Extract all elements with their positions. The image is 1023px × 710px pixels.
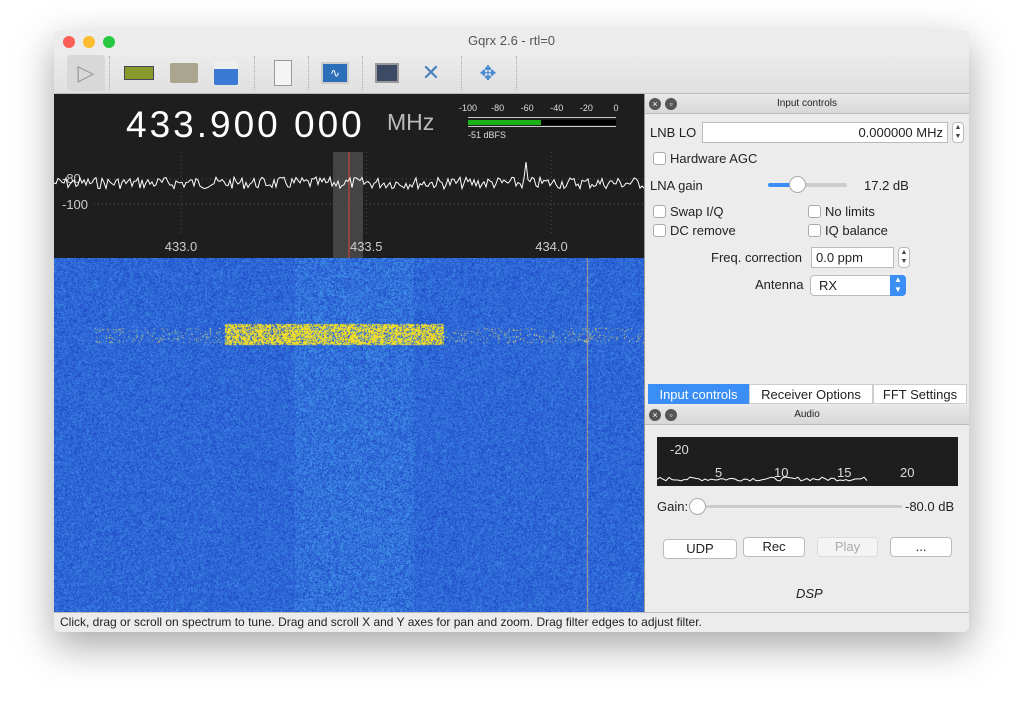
dc-remove-label: DC remove bbox=[670, 223, 736, 238]
iq-balance-label: IQ balance bbox=[825, 223, 888, 238]
tab-input-controls[interactable]: Input controls bbox=[648, 384, 749, 404]
fullscreen-icon[interactable]: ✥ bbox=[471, 55, 505, 91]
audio-options-button[interactable]: ... bbox=[890, 537, 952, 557]
rec-button[interactable]: Rec bbox=[743, 537, 805, 557]
antenna-select[interactable]: RX ▲ ▼ bbox=[810, 275, 906, 296]
dock-close-icon[interactable]: × bbox=[649, 409, 661, 421]
title-bar: Gqrx 2.6 - rtl=0 bbox=[54, 30, 969, 52]
folder-open-icon[interactable] bbox=[167, 55, 201, 91]
lna-gain-label: LNA gain bbox=[650, 178, 703, 193]
y-tick-label[interactable]: -100 bbox=[62, 197, 88, 212]
audio-gain-label: Gain: bbox=[657, 499, 688, 514]
lna-gain-value: 17.2 dB bbox=[864, 178, 909, 193]
zoom-window-button[interactable] bbox=[103, 36, 115, 48]
dsp-label: DSP bbox=[796, 586, 823, 601]
network-icon[interactable] bbox=[370, 55, 404, 91]
save-icon[interactable] bbox=[209, 55, 243, 91]
dc-remove-checkbox[interactable] bbox=[653, 224, 666, 237]
waterfall[interactable] bbox=[54, 258, 644, 612]
play-icon[interactable]: ▷ bbox=[67, 55, 105, 91]
lnb-lo-input[interactable]: 0.000000 MHz bbox=[702, 122, 948, 143]
swap-iq-checkbox[interactable] bbox=[653, 205, 666, 218]
audio-gain-handle[interactable] bbox=[689, 498, 706, 515]
audio-gain-value: -80.0 dB bbox=[905, 499, 954, 514]
lnb-lo-label: LNB LO bbox=[650, 125, 696, 140]
tab-fft-settings[interactable]: FFT Settings bbox=[873, 384, 967, 404]
iq-balance-checkbox[interactable] bbox=[808, 224, 821, 237]
app-window: Gqrx 2.6 - rtl=0 ▷ ∿ ✕ ✥ 433.900 000 MHz… bbox=[54, 30, 969, 632]
minimize-window-button[interactable] bbox=[83, 36, 95, 48]
hardware-agc-checkbox[interactable] bbox=[653, 152, 666, 165]
dock-close-icon[interactable]: × bbox=[649, 98, 661, 110]
window-title: Gqrx 2.6 - rtl=0 bbox=[468, 33, 555, 48]
swap-iq-label: Swap I/Q bbox=[670, 204, 723, 219]
freq-correction-spinner[interactable]: ▲ ▼ bbox=[898, 247, 910, 268]
toolbar: ▷ ∿ ✕ ✥ bbox=[54, 52, 969, 94]
udp-button[interactable]: UDP bbox=[663, 539, 737, 559]
x-tick-label[interactable]: 433.0 bbox=[165, 239, 198, 254]
antenna-label: Antenna bbox=[755, 277, 803, 292]
audio-gain-slider[interactable] bbox=[695, 505, 902, 508]
dock-title: Input controls bbox=[777, 98, 837, 109]
lna-gain-handle[interactable] bbox=[789, 176, 806, 193]
audio-fft-trace bbox=[657, 477, 867, 481]
freq-correction-input[interactable]: 0.0 ppm bbox=[811, 247, 894, 268]
lna-gain-slider[interactable] bbox=[768, 183, 847, 187]
close-window-button[interactable] bbox=[63, 36, 75, 48]
chevron-updown-icon: ▲ ▼ bbox=[890, 275, 906, 296]
x-tick-label[interactable]: 434.0 bbox=[535, 239, 568, 254]
freq-correction-label: Freq. correction bbox=[711, 250, 802, 265]
spectrum-plot[interactable]: 433.900 000 MHz -100 -80 -60 -40 -20 0 -51 dB… bbox=[54, 94, 644, 258]
play-button[interactable]: Play bbox=[817, 537, 878, 557]
hardware-agc-label: Hardware AGC bbox=[670, 151, 757, 166]
audio-fft-plot[interactable]: -20 5 10 15 20 bbox=[657, 437, 958, 486]
input-controls-header: × ▫ Input controls bbox=[645, 94, 969, 114]
waveform-icon[interactable]: ∿ bbox=[318, 55, 352, 91]
no-limits-checkbox[interactable] bbox=[808, 205, 821, 218]
tab-receiver-options[interactable]: Receiver Options bbox=[749, 384, 873, 404]
lnb-lo-spinner[interactable]: ▲ ▼ bbox=[952, 122, 964, 143]
hardware-icon[interactable] bbox=[122, 55, 156, 91]
dock-float-icon[interactable]: ▫ bbox=[665, 98, 677, 110]
x-tick-label[interactable]: 433.5 bbox=[350, 239, 383, 254]
antenna-value: RX bbox=[819, 278, 837, 293]
status-bar: Click, drag or scroll on spectrum to tun… bbox=[54, 612, 969, 632]
spectrum-canvas: 433.0433.5434.0434.5435.0435.5-80-100 bbox=[54, 94, 644, 258]
dock-float-icon[interactable]: ▫ bbox=[665, 409, 677, 421]
right-dock: × ▫ Input controls LNB LO 0.000000 MHz ▲… bbox=[644, 94, 969, 612]
audio-header: × ▫ Audio bbox=[645, 405, 969, 425]
dock-title: Audio bbox=[794, 409, 820, 420]
no-limits-label: No limits bbox=[825, 204, 875, 219]
bookmark-icon[interactable] bbox=[266, 55, 300, 91]
settings-tools-icon[interactable]: ✕ bbox=[414, 55, 448, 91]
